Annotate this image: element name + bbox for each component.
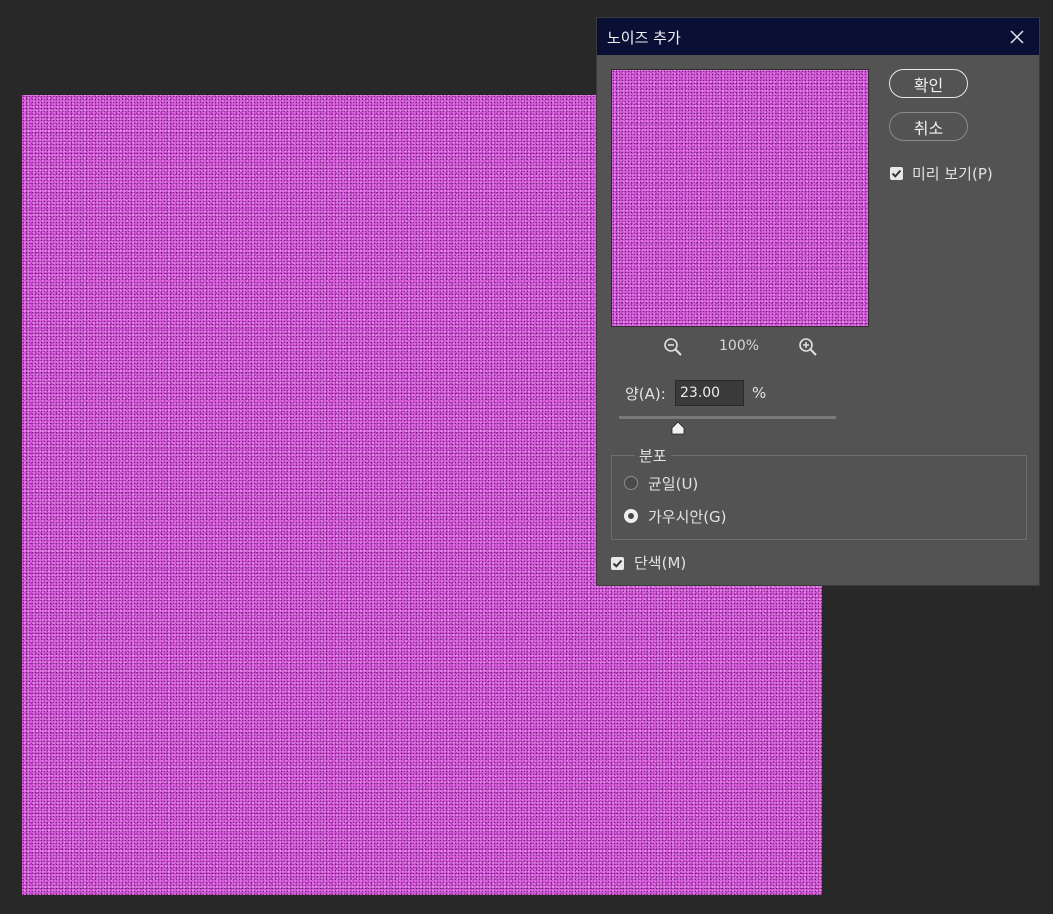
- distribution-group: [611, 455, 1027, 540]
- close-button[interactable]: [1003, 24, 1031, 50]
- amount-slider[interactable]: [619, 416, 836, 419]
- zoom-out-icon[interactable]: [663, 337, 683, 357]
- close-icon: [1010, 30, 1024, 44]
- ok-button[interactable]: 확인: [889, 69, 968, 98]
- amount-unit: %: [752, 384, 767, 402]
- check-icon: [612, 559, 623, 568]
- zoom-in-icon[interactable]: [798, 337, 818, 357]
- radio-selected-dot: [628, 513, 634, 519]
- monochromatic-checkbox[interactable]: [611, 557, 624, 570]
- preview-checkbox[interactable]: [890, 167, 903, 180]
- dialog-title: 노이즈 추가: [607, 29, 681, 47]
- amount-input[interactable]: [675, 380, 744, 406]
- slider-thumb[interactable]: [671, 421, 685, 435]
- cancel-button[interactable]: 취소: [889, 112, 968, 141]
- preview-label[interactable]: 미리 보기(P): [912, 163, 993, 184]
- gaussian-radio[interactable]: [624, 509, 638, 523]
- zoom-level: 100%: [719, 338, 760, 354]
- distribution-legend: 분포: [635, 445, 671, 466]
- add-noise-dialog: 노이즈 추가 확인 취소 미리 보기(P) 100% 양(A): % 분포 균일…: [596, 17, 1040, 586]
- filter-preview[interactable]: [611, 69, 869, 327]
- amount-label: 양(A):: [625, 385, 666, 403]
- dialog-titlebar[interactable]: 노이즈 추가: [597, 18, 1039, 55]
- uniform-label[interactable]: 균일(U): [648, 473, 698, 494]
- check-icon: [891, 169, 902, 178]
- gaussian-label[interactable]: 가우시안(G): [648, 506, 727, 527]
- uniform-radio[interactable]: [624, 476, 638, 490]
- monochromatic-label[interactable]: 단색(M): [634, 552, 686, 573]
